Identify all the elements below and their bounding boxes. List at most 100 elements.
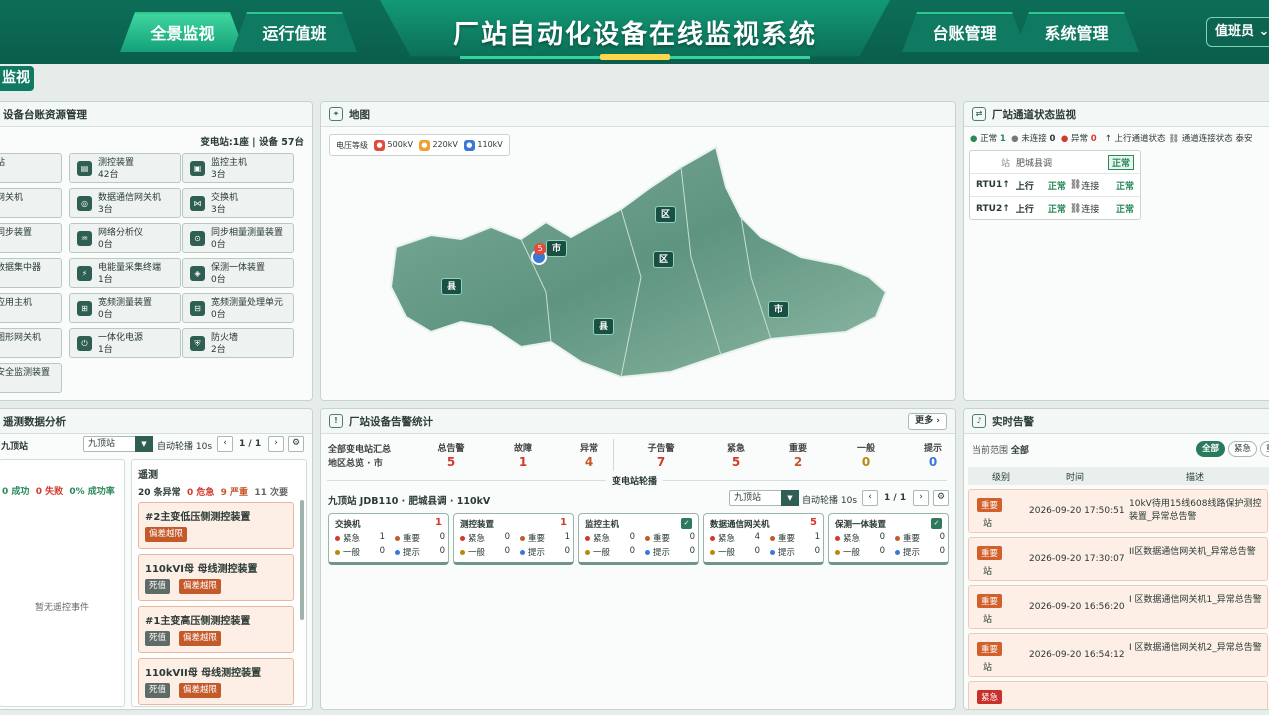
device-icon: ⛨ — [190, 336, 205, 351]
alarm-row[interactable]: 紧急 — [968, 681, 1268, 709]
alarm-row[interactable]: 重要站 2026-09-20 17:50:51 10kV待用15线608线路保护测控… — [968, 489, 1268, 533]
device-type-card[interactable]: ▥数据集中器 — [0, 258, 62, 288]
device-type-card[interactable]: ⇆同步装置 — [0, 223, 62, 253]
device-type-card[interactable]: ⊞ 宽频测量装置 0台 — [69, 293, 181, 323]
realtime-title: 实时告警 — [992, 415, 1034, 428]
device-alarm-card[interactable]: 保测一体装置 ✓ 紧急 0 重要 0 一般 0 提示 0 — [828, 513, 949, 565]
device-type-card[interactable]: ⛨ 防火墙 2台 — [182, 328, 294, 358]
device-alarm-card[interactable]: 监控主机 ✓ 紧急 0 重要 0 一般 0 提示 0 — [578, 513, 699, 565]
minor-count: 11 次要 — [254, 488, 288, 498]
carousel-label: 变电站轮播 — [606, 474, 664, 487]
alarm-count-row: 一般 0 提示 0 — [710, 546, 820, 558]
channel-row: RTU2 ↑ 上行 正常 ⛓ 连接 正常 — [970, 197, 1140, 220]
filter-important[interactable]: 重 — [1260, 441, 1269, 457]
map-label-county1[interactable]: 县 — [441, 278, 463, 295]
alarm-level-count: 0 — [504, 532, 510, 542]
anomaly-tag: 偏差越限 — [179, 579, 222, 594]
user-name: 值班员 — [1215, 24, 1255, 39]
device-type-card[interactable]: ♒ 网络分析仪 0台 — [69, 223, 181, 253]
telemetry-sub-title: 遥测 — [138, 470, 158, 481]
more-button[interactable]: 更多 › — [908, 413, 947, 430]
device-type-card[interactable]: ▨图形网关机 — [0, 328, 62, 358]
user-menu-button[interactable]: 值班员 ⌄ — [1206, 17, 1269, 47]
device-type-card[interactable]: ◈ 保测一体装置 0台 — [182, 258, 294, 288]
gear-icon: ⚙ — [291, 438, 301, 448]
map-label-city2[interactable]: 市 — [768, 301, 790, 318]
device-name: 110kVII母 母线测控装置 — [145, 668, 262, 679]
telemetry-station-select[interactable]: 九顶站 ▼ — [83, 436, 153, 452]
device-alarm-card[interactable]: 数据通信网关机 5 紧急 4 重要 1 一般 0 提示 0 — [703, 513, 824, 565]
region-overview-label: 地区总览 · — [328, 459, 374, 469]
bell-icon: ♪ — [972, 414, 986, 428]
device-type-card[interactable]: ▣ 监控主机 3台 — [182, 153, 294, 183]
map-label-district2[interactable]: 区 — [653, 251, 675, 268]
device-alarm-card[interactable]: 测控装置 1 紧急 0 重要 1 一般 0 提示 0 — [453, 513, 574, 565]
tab-duty[interactable]: 运行值班 — [232, 12, 357, 52]
chevron-down-icon: ▼ — [135, 436, 153, 452]
device-type-name: 站 — [0, 157, 61, 169]
map-label-county2[interactable]: 县 — [593, 318, 615, 335]
telemetry-anomaly-card[interactable]: 110kVII母 母线测控装置 死值 偏差越限 — [138, 658, 294, 705]
region-map[interactable] — [321, 127, 956, 401]
device-type-card[interactable]: ◩安全监测装置 — [0, 363, 62, 393]
telemetry-station: 九顶站 — [1, 442, 29, 452]
alarm-count-item: 紧急 0 — [835, 532, 885, 544]
anomaly-tag: 偏差越限 — [179, 683, 222, 698]
filter-all[interactable]: 全部 — [1196, 441, 1226, 457]
scrollbar[interactable] — [300, 500, 304, 620]
next-page-button[interactable]: › — [913, 490, 929, 506]
alarm-level-label: 紧急 — [468, 534, 486, 544]
alarm-level-label: 重要 — [903, 534, 921, 544]
gear-icon: ⚙ — [936, 492, 946, 502]
telemetry-anomaly-card[interactable]: #2主变低压侧测控装置 偏差越限 — [138, 502, 294, 549]
station-channel-card[interactable]: 站 肥城县调 正常 RTU1 ↑ 上行 正常 ⛓ 连接 正常 RTU2 ↑ 上行 正常… — [969, 150, 1141, 220]
alarm-row[interactable]: 重要站 2026-09-20 16:56:20 I 区数据通信网关机1_异常总告警 — [968, 585, 1268, 629]
device-type: 交换机 — [335, 520, 361, 530]
settings-button[interactable]: ⚙ — [288, 436, 304, 452]
tab-panorama[interactable]: 全景监视 — [120, 12, 245, 52]
telemetry-anomaly-card[interactable]: #1主变高压侧测控装置 死值 偏差越限 — [138, 606, 294, 653]
filter-urgent[interactable]: 紧急 — [1228, 441, 1258, 457]
carousel-station-select[interactable]: 九顶站 ▼ — [729, 490, 799, 506]
device-alarm-card[interactable]: 交换机 1 紧急 1 重要 0 一般 0 提示 0 — [328, 513, 449, 565]
alarm-stat: 异常 4 — [564, 441, 614, 469]
device-type-card[interactable]: ⋈ 交换机 3台 — [182, 188, 294, 218]
alarm-count-item: 紧急 0 — [460, 532, 510, 544]
device-type-card[interactable]: ◧应用主机 — [0, 293, 62, 323]
success-count: 0 成功 — [2, 487, 30, 497]
device-type-card[interactable]: ⊙ 同步相量测量装置 0台 — [182, 223, 294, 253]
station-status-badge: 正常 — [1107, 154, 1134, 170]
map-label-district1[interactable]: 区 — [655, 206, 677, 223]
stat-label: 紧急 — [726, 444, 745, 454]
page-tag: 监视 — [0, 66, 34, 91]
alarm-row[interactable]: 重要站 2026-09-20 17:30:07 II区数据通信网关机_异常总告警 — [968, 537, 1268, 581]
alarm-level-count: 1 — [814, 532, 820, 542]
tab-system[interactable]: 系统管理 — [1014, 12, 1139, 52]
prev-page-button[interactable]: ‹ — [862, 490, 878, 506]
device-type-card[interactable]: ◫网关机 — [0, 188, 62, 218]
stat-value: 0 — [928, 455, 938, 469]
device-type-card[interactable]: ▦站 — [0, 153, 62, 183]
device-type-card[interactable]: ⊟ 宽频测量处理单元 0台 — [182, 293, 294, 323]
device-type-card[interactable]: ⏻ 一体化电源 1台 — [69, 328, 181, 358]
device-type-count: 1台 — [98, 275, 113, 285]
alarm-level-count: 0 — [504, 546, 510, 556]
alarm-row[interactable]: 重要站 2026-09-20 16:54:12 I 区数据通信网关机2_异常总告警 — [968, 633, 1268, 677]
device-type-card[interactable]: ▤ 测控装置 42台 — [69, 153, 181, 183]
auto-rotate-label: 自动轮播 10s — [802, 496, 858, 506]
settings-button[interactable]: ⚙ — [933, 490, 949, 506]
telemetry-anomaly-card[interactable]: 110kVI母 母线测控装置 死值 偏差越限 — [138, 554, 294, 601]
prev-page-button[interactable]: ‹ — [217, 436, 233, 452]
rtu-uplink-status: 正常 — [1047, 181, 1066, 192]
device-type-card[interactable]: ◎ 数据通信网关机 3台 — [69, 188, 181, 218]
alarm-level-label: 紧急 — [843, 534, 861, 544]
map-label-city1[interactable]: 市 — [546, 240, 568, 257]
tab-ledger[interactable]: 台账管理 — [902, 12, 1027, 52]
serious-count: 9 严重 — [220, 488, 249, 498]
next-page-button[interactable]: › — [268, 436, 284, 452]
alarm-count-item: 重要 0 — [395, 532, 445, 544]
channel-icon: ⇄ — [972, 107, 986, 121]
alarm-stat: 总告警 5 — [426, 441, 476, 469]
device-icon: ♒ — [77, 231, 92, 246]
device-type-card[interactable]: ⚡ 电能量采集终端 1台 — [69, 258, 181, 288]
